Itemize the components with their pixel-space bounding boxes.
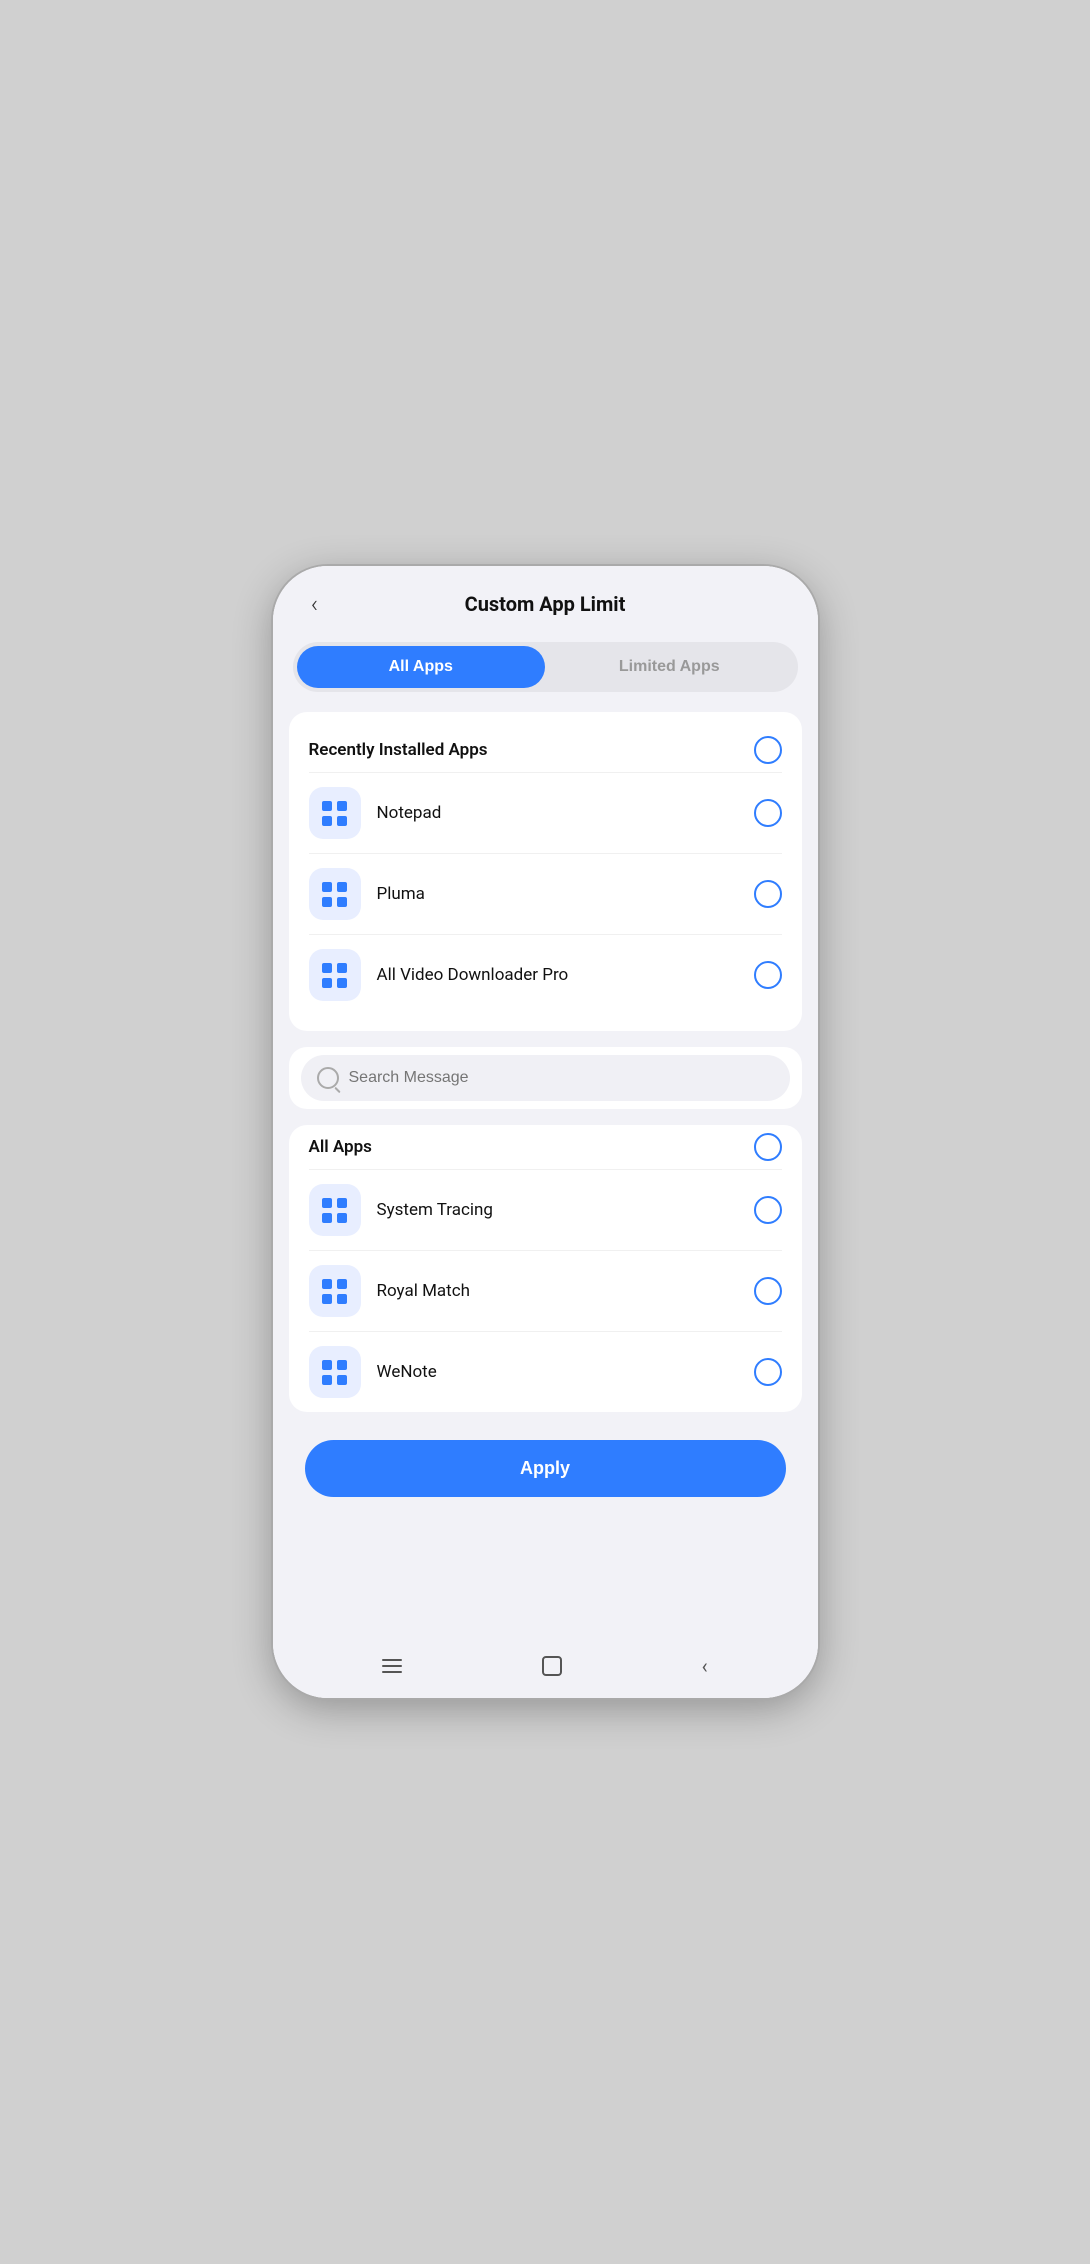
- wenote-app-name: WeNote: [377, 1362, 754, 1382]
- back-chevron-icon: ‹: [311, 590, 318, 618]
- dot: [337, 978, 347, 988]
- nav-menu-icon[interactable]: [382, 1659, 402, 1673]
- recently-installed-radio[interactable]: [754, 736, 782, 764]
- nav-line: [382, 1671, 402, 1673]
- all-apps-header: All Apps: [309, 1125, 782, 1169]
- dot: [337, 1360, 347, 1370]
- nav-line: [382, 1665, 402, 1667]
- search-container: [289, 1047, 802, 1109]
- dot: [337, 882, 347, 892]
- search-icon: [317, 1067, 339, 1089]
- dot: [337, 897, 347, 907]
- all-apps-radio[interactable]: [754, 1133, 782, 1161]
- app-row-pluma: Pluma: [309, 853, 782, 934]
- phone-frame: ‹ Custom App Limit All Apps Limited Apps…: [273, 566, 818, 1698]
- system-tracing-app-name: System Tracing: [377, 1200, 754, 1220]
- tab-all-apps[interactable]: All Apps: [297, 646, 546, 688]
- royal-match-app-icon: [309, 1265, 361, 1317]
- dot: [337, 816, 347, 826]
- tab-limited-apps[interactable]: Limited Apps: [545, 646, 794, 688]
- video-downloader-app-name: All Video Downloader Pro: [377, 965, 754, 985]
- dot: [337, 1213, 347, 1223]
- nav-line: [382, 1659, 402, 1661]
- dot: [322, 1360, 332, 1370]
- dot: [322, 801, 332, 811]
- nav-back-icon[interactable]: ‹: [702, 1654, 708, 1678]
- search-bar: [301, 1055, 790, 1101]
- pluma-app-name: Pluma: [377, 884, 754, 904]
- back-button[interactable]: ‹: [297, 586, 333, 622]
- dots-grid-icon: [322, 1198, 347, 1223]
- dot: [322, 816, 332, 826]
- dot: [337, 1294, 347, 1304]
- nav-home-icon[interactable]: [542, 1656, 562, 1676]
- apply-container: Apply: [289, 1428, 802, 1513]
- dot: [337, 801, 347, 811]
- video-downloader-radio[interactable]: [754, 961, 782, 989]
- recently-installed-title: Recently Installed Apps: [309, 740, 488, 760]
- royal-match-radio[interactable]: [754, 1277, 782, 1305]
- main-content: Recently Installed Apps Notepad: [273, 712, 818, 1642]
- dot: [337, 1375, 347, 1385]
- dot: [322, 963, 332, 973]
- apply-button[interactable]: Apply: [305, 1440, 786, 1497]
- dot: [322, 978, 332, 988]
- dot: [322, 1213, 332, 1223]
- dot: [322, 882, 332, 892]
- all-apps-card: All Apps System Tracing: [289, 1125, 802, 1412]
- recently-installed-card: Recently Installed Apps Notepad: [289, 712, 802, 1031]
- app-row-video-downloader: All Video Downloader Pro: [309, 934, 782, 1015]
- wenote-app-icon: [309, 1346, 361, 1398]
- back-arrow-icon: ‹: [702, 1654, 708, 1678]
- search-input[interactable]: [349, 1069, 774, 1087]
- page-title: Custom App Limit: [333, 592, 758, 616]
- dot: [322, 897, 332, 907]
- dot: [322, 1375, 332, 1385]
- notepad-radio[interactable]: [754, 799, 782, 827]
- all-apps-title: All Apps: [309, 1137, 372, 1157]
- dot: [337, 1198, 347, 1208]
- header: ‹ Custom App Limit: [273, 566, 818, 638]
- app-row-royal-match: Royal Match: [309, 1250, 782, 1331]
- menu-lines-icon: [382, 1659, 402, 1673]
- video-downloader-app-icon: [309, 949, 361, 1001]
- dot: [322, 1294, 332, 1304]
- dots-grid-icon: [322, 1279, 347, 1304]
- tab-switcher: All Apps Limited Apps: [293, 642, 798, 692]
- app-row-notepad: Notepad: [309, 772, 782, 853]
- dots-grid-icon: [322, 963, 347, 988]
- app-row-wenote: WeNote: [309, 1331, 782, 1412]
- dots-grid-icon: [322, 882, 347, 907]
- system-tracing-radio[interactable]: [754, 1196, 782, 1224]
- wenote-radio[interactable]: [754, 1358, 782, 1386]
- notepad-app-icon: [309, 787, 361, 839]
- square-icon: [542, 1656, 562, 1676]
- dot: [322, 1198, 332, 1208]
- recently-installed-header: Recently Installed Apps: [309, 728, 782, 772]
- dot: [322, 1279, 332, 1289]
- dots-grid-icon: [322, 801, 347, 826]
- app-row-system-tracing: System Tracing: [309, 1169, 782, 1250]
- bottom-nav: ‹: [273, 1642, 818, 1698]
- dot: [337, 963, 347, 973]
- royal-match-app-name: Royal Match: [377, 1281, 754, 1301]
- dots-grid-icon: [322, 1360, 347, 1385]
- screen: ‹ Custom App Limit All Apps Limited Apps…: [273, 566, 818, 1698]
- pluma-radio[interactable]: [754, 880, 782, 908]
- dot: [337, 1279, 347, 1289]
- notepad-app-name: Notepad: [377, 803, 754, 823]
- system-tracing-app-icon: [309, 1184, 361, 1236]
- pluma-app-icon: [309, 868, 361, 920]
